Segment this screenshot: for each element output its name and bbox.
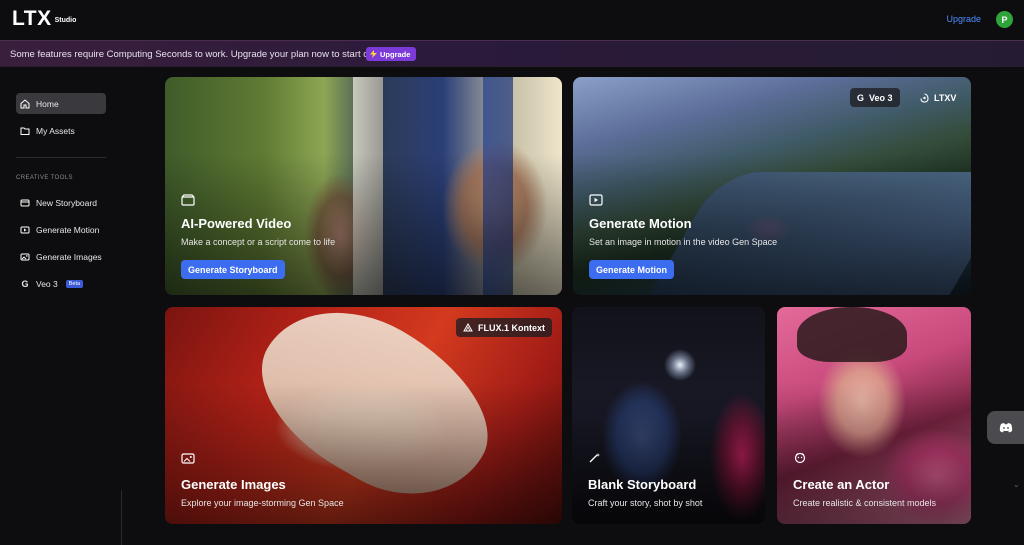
card-title: AI-Powered Video (181, 216, 292, 231)
card-description: Create realistic & consistent models (793, 498, 937, 508)
card-title: Create an Actor (793, 477, 890, 492)
ltxv-tag: LTXV (913, 88, 963, 107)
lightning-icon (370, 50, 377, 58)
card-title: Blank Storyboard (588, 477, 697, 492)
banner-text: Some features require Computing Seconds … (10, 49, 400, 60)
banner-upgrade-label: Upgrade (380, 49, 411, 59)
card-blank-storyboard[interactable]: Blank Storyboard Craft your story, shot … (572, 307, 765, 524)
generate-storyboard-button[interactable]: Generate Storyboard (181, 260, 285, 279)
avatar[interactable]: P (996, 11, 1013, 28)
sidebar-item-label: My Assets (36, 125, 75, 136)
card-description: Craft your story, shot by shot (588, 498, 703, 508)
card-title: Generate Images (181, 477, 286, 492)
card-ai-powered-video[interactable]: AI-Powered Video Make a concept or a scr… (165, 77, 562, 295)
sidebar-divider (16, 157, 106, 158)
card-create-an-actor[interactable]: Create an Actor Create realistic & consi… (777, 307, 971, 524)
avatar-initial: P (1001, 14, 1008, 25)
tag-label: LTXV (934, 92, 957, 103)
card-generate-motion[interactable]: G Veo 3 LTXV Generate Motion Set an imag… (573, 77, 971, 295)
tag-label: Veo 3 (869, 92, 893, 103)
generate-motion-button[interactable]: Generate Motion (589, 260, 675, 279)
images-icon (181, 453, 195, 464)
button-label: Generate Storyboard (188, 264, 278, 275)
sidebar-item-label: Home (36, 98, 59, 109)
card-title: Generate Motion (589, 216, 692, 231)
flux-kontext-tag: FLUX.1 Kontext (456, 318, 553, 337)
flux-icon (463, 323, 473, 332)
chevron-down-icon[interactable]: ⌄ (1013, 480, 1020, 489)
sidebar-item-my-assets[interactable]: My Assets (16, 120, 106, 141)
sidebar-edge (121, 490, 122, 545)
sidebar-item-generate-motion[interactable]: Generate Motion (16, 219, 106, 240)
banner-upgrade-button[interactable]: Upgrade (366, 47, 417, 61)
sidebar-item-label: Generate Motion (36, 224, 100, 235)
sidebar-item-label: Veo 3 (36, 278, 58, 289)
button-label: Generate Motion (596, 264, 668, 275)
motion-icon (589, 194, 603, 206)
sidebar-item-label: Generate Images (36, 251, 102, 262)
section-label: CREATIVE TOOLS (16, 175, 73, 181)
logo-subtitle: Studio (54, 17, 77, 24)
images-icon (20, 252, 30, 262)
home-icon (20, 98, 30, 109)
folder-icon (20, 126, 30, 136)
upgrade-banner: Some features require Computing Seconds … (0, 40, 1024, 67)
sidebar: Home My Assets CREATIVE TOOLS New Storyb… (0, 68, 120, 545)
magic-wand-icon (589, 453, 600, 463)
top-bar: LTX Studio Upgrade P (0, 0, 1024, 40)
actor-icon (794, 452, 806, 464)
beta-badge: Beta (65, 279, 84, 288)
card-description: Make a concept or a script come to life (181, 237, 336, 247)
card-description: Set an image in motion in the video Gen … (589, 237, 778, 247)
discord-icon (999, 423, 1012, 433)
sidebar-item-veo-3[interactable]: G Veo 3 Beta (16, 273, 106, 294)
sidebar-item-new-storyboard[interactable]: New Storyboard (16, 192, 106, 213)
card-generate-images[interactable]: FLUX.1 Kontext Generate Images Explore y… (165, 307, 562, 524)
ltxv-icon (920, 92, 929, 103)
discord-button[interactable] (987, 411, 1024, 444)
storyboard-icon (20, 198, 30, 208)
sidebar-item-home[interactable]: Home (16, 93, 106, 114)
google-icon: G (857, 92, 865, 103)
sidebar-item-generate-images[interactable]: Generate Images (16, 246, 106, 267)
logo[interactable]: LTX Studio (12, 8, 76, 30)
motion-icon (20, 225, 30, 235)
logo-mark: LTX (12, 7, 52, 30)
card-description: Explore your image-storming Gen Space (181, 498, 344, 508)
upgrade-link[interactable]: Upgrade (946, 14, 981, 24)
storyboard-icon (181, 194, 195, 206)
tag-label: FLUX.1 Kontext (478, 322, 546, 333)
sidebar-item-label: New Storyboard (36, 197, 97, 208)
google-icon: G (21, 278, 29, 289)
veo-3-tag: G Veo 3 (850, 88, 900, 107)
